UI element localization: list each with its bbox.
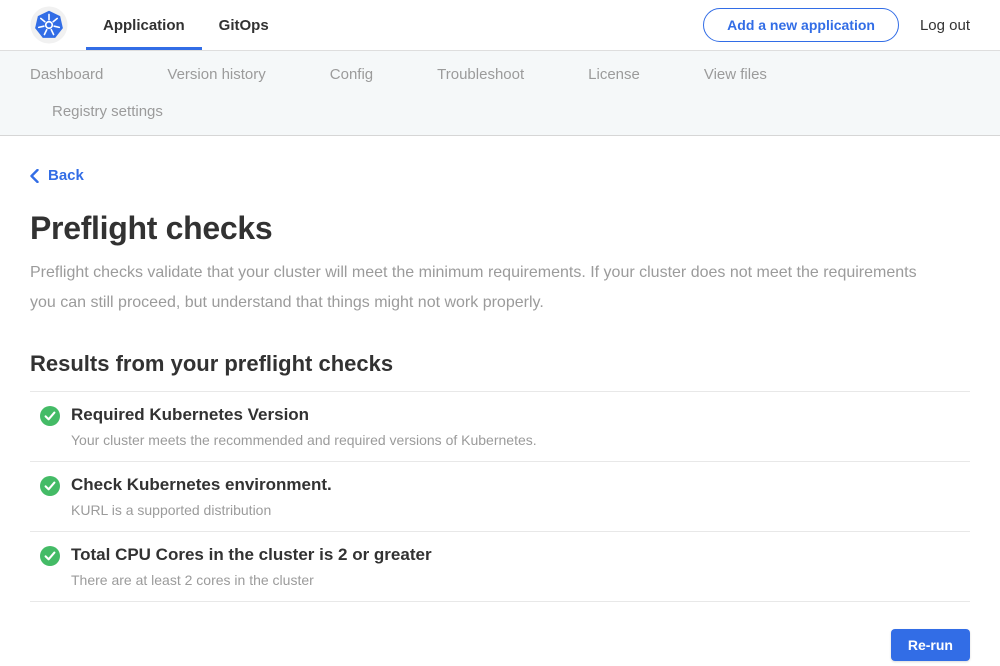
- kubernetes-logo-icon: [30, 6, 68, 44]
- subnav-row-1: Dashboard Version history Config Trouble…: [30, 56, 970, 93]
- tab-application[interactable]: Application: [86, 0, 202, 50]
- check-body: Total CPU Cores in the cluster is 2 or g…: [71, 545, 432, 588]
- check-description: KURL is a supported distribution: [71, 502, 332, 518]
- rerun-button[interactable]: Re-run: [891, 629, 970, 661]
- tab-application-label: Application: [103, 17, 185, 34]
- preflight-page: Back Preflight checks Preflight checks v…: [0, 136, 1000, 661]
- check-description: Your cluster meets the recommended and r…: [71, 432, 537, 448]
- subnav-item-view-files[interactable]: View files: [704, 66, 767, 83]
- check-title: Required Kubernetes Version: [71, 405, 537, 425]
- success-check-icon: [40, 406, 60, 426]
- success-check-icon: [40, 476, 60, 496]
- preflight-check-row: Check Kubernetes environment. KURL is a …: [30, 462, 970, 532]
- page-actions: Re-run: [30, 629, 970, 661]
- results-heading: Results from your preflight checks: [30, 351, 970, 377]
- check-body: Required Kubernetes Version Your cluster…: [71, 405, 537, 448]
- check-title: Total CPU Cores in the cluster is 2 or g…: [71, 545, 432, 565]
- back-link[interactable]: Back: [30, 167, 84, 184]
- preflight-results-list: Required Kubernetes Version Your cluster…: [30, 391, 970, 602]
- logout-link[interactable]: Log out: [920, 17, 970, 34]
- subnav-item-dashboard[interactable]: Dashboard: [30, 66, 103, 83]
- page-title: Preflight checks: [30, 209, 970, 247]
- preflight-check-row: Required Kubernetes Version Your cluster…: [30, 392, 970, 462]
- check-description: There are at least 2 cores in the cluste…: [71, 572, 432, 588]
- check-body: Check Kubernetes environment. KURL is a …: [71, 475, 332, 518]
- top-navbar: Application GitOps Add a new application…: [0, 0, 1000, 51]
- subnav-item-troubleshoot[interactable]: Troubleshoot: [437, 66, 524, 83]
- check-title: Check Kubernetes environment.: [71, 475, 332, 495]
- topnav-tabs: Application GitOps: [86, 0, 286, 50]
- tab-gitops[interactable]: GitOps: [202, 0, 286, 50]
- subnav-item-registry-settings[interactable]: Registry settings: [52, 103, 163, 120]
- preflight-check-row: Total CPU Cores in the cluster is 2 or g…: [30, 532, 970, 602]
- subnav-row-2: Registry settings: [30, 93, 970, 130]
- subnav-item-version-history[interactable]: Version history: [167, 66, 265, 83]
- subnav-item-config[interactable]: Config: [330, 66, 373, 83]
- topnav-right: Add a new application Log out: [703, 8, 970, 42]
- page-description: Preflight checks validate that your clus…: [30, 258, 942, 318]
- active-tab-underline: [86, 47, 202, 50]
- add-new-application-button[interactable]: Add a new application: [703, 8, 899, 42]
- back-link-label: Back: [48, 167, 84, 184]
- success-check-icon: [40, 546, 60, 566]
- subnav-item-license[interactable]: License: [588, 66, 640, 83]
- app-subnav: Dashboard Version history Config Trouble…: [0, 51, 1000, 136]
- tab-gitops-label: GitOps: [219, 17, 269, 34]
- kubernetes-logo[interactable]: [30, 6, 68, 44]
- chevron-left-icon: [30, 169, 39, 183]
